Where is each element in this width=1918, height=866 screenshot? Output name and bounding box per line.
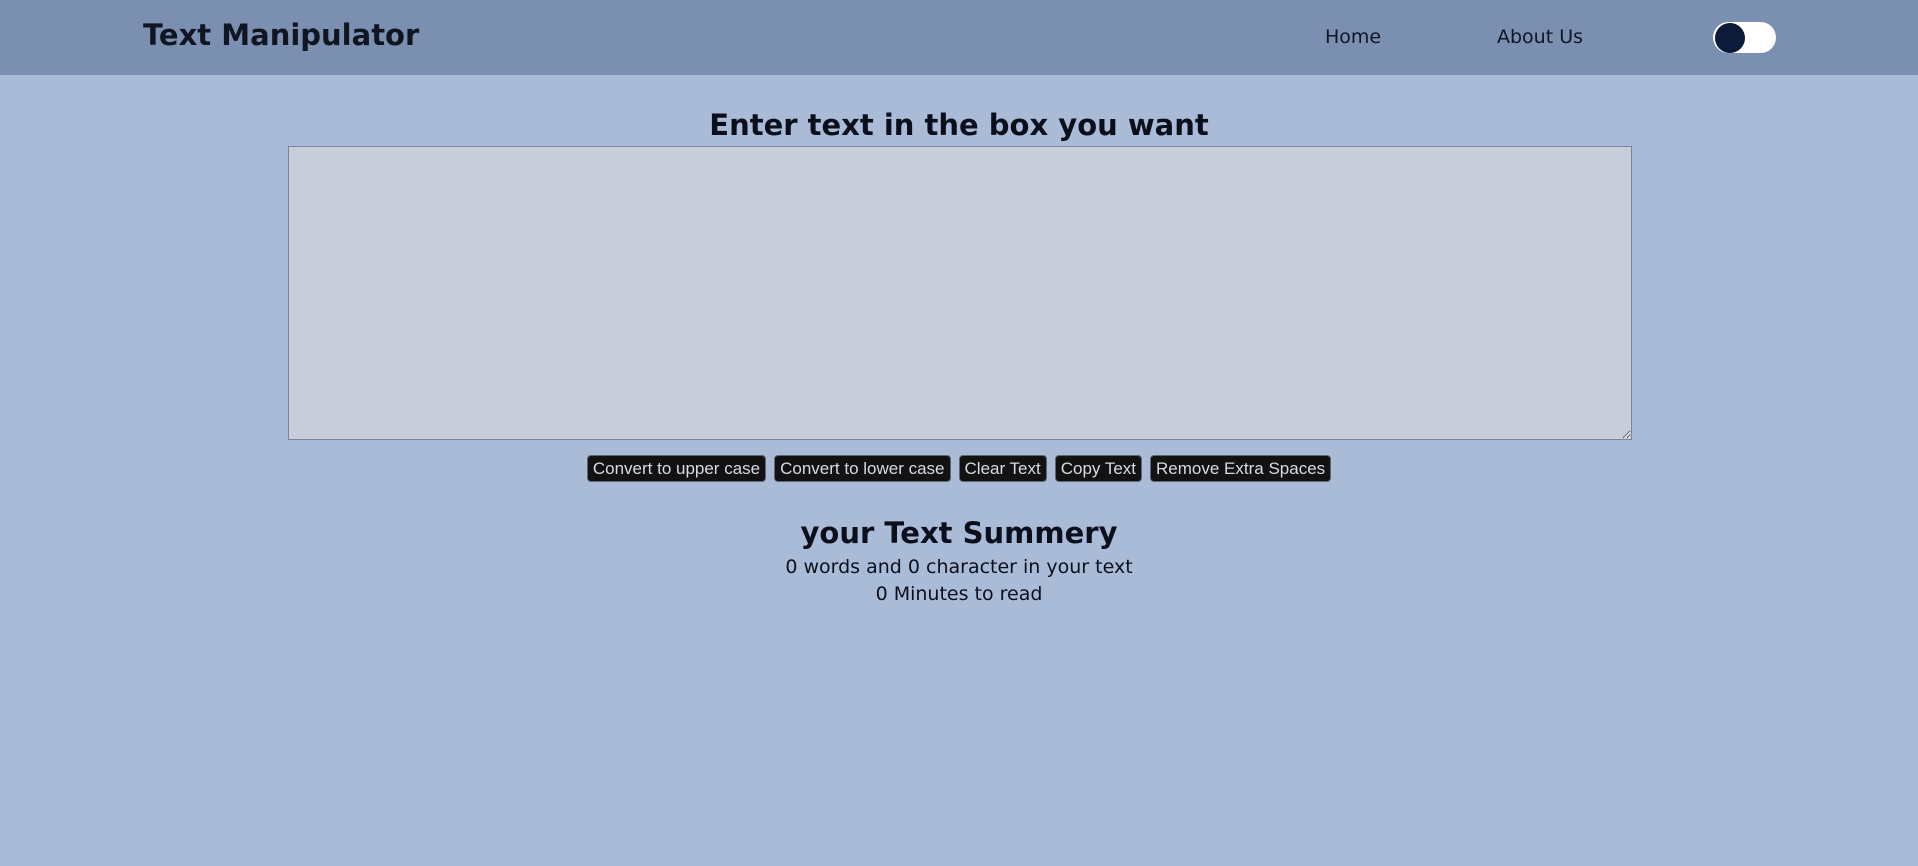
word-character-count: 0 words and 0 character in your text bbox=[785, 556, 1133, 578]
action-button-row: Convert to upper case Convert to lower c… bbox=[0, 455, 1918, 482]
brand-title[interactable]: Text Manipulator bbox=[143, 18, 419, 52]
text-input-area[interactable] bbox=[288, 146, 1632, 440]
clear-text-button[interactable]: Clear Text bbox=[958, 455, 1047, 482]
remove-extra-spaces-button[interactable]: Remove Extra Spaces bbox=[1150, 455, 1332, 482]
copy-text-button[interactable]: Copy Text bbox=[1054, 455, 1143, 482]
dark-mode-toggle[interactable] bbox=[1713, 22, 1776, 53]
read-time: 0 Minutes to read bbox=[875, 583, 1043, 605]
summary-title: your Text Summery bbox=[800, 516, 1118, 550]
lowercase-button[interactable]: Convert to lower case bbox=[774, 455, 951, 482]
navbar: Text Manipulator Home About Us bbox=[0, 0, 1918, 75]
nav-link-home[interactable]: Home bbox=[1325, 26, 1381, 48]
toggle-knob bbox=[1715, 23, 1745, 53]
uppercase-button[interactable]: Convert to upper case bbox=[586, 455, 767, 482]
nav-link-about-us[interactable]: About Us bbox=[1497, 26, 1583, 48]
page-heading: Enter text in the box you want bbox=[709, 108, 1209, 142]
